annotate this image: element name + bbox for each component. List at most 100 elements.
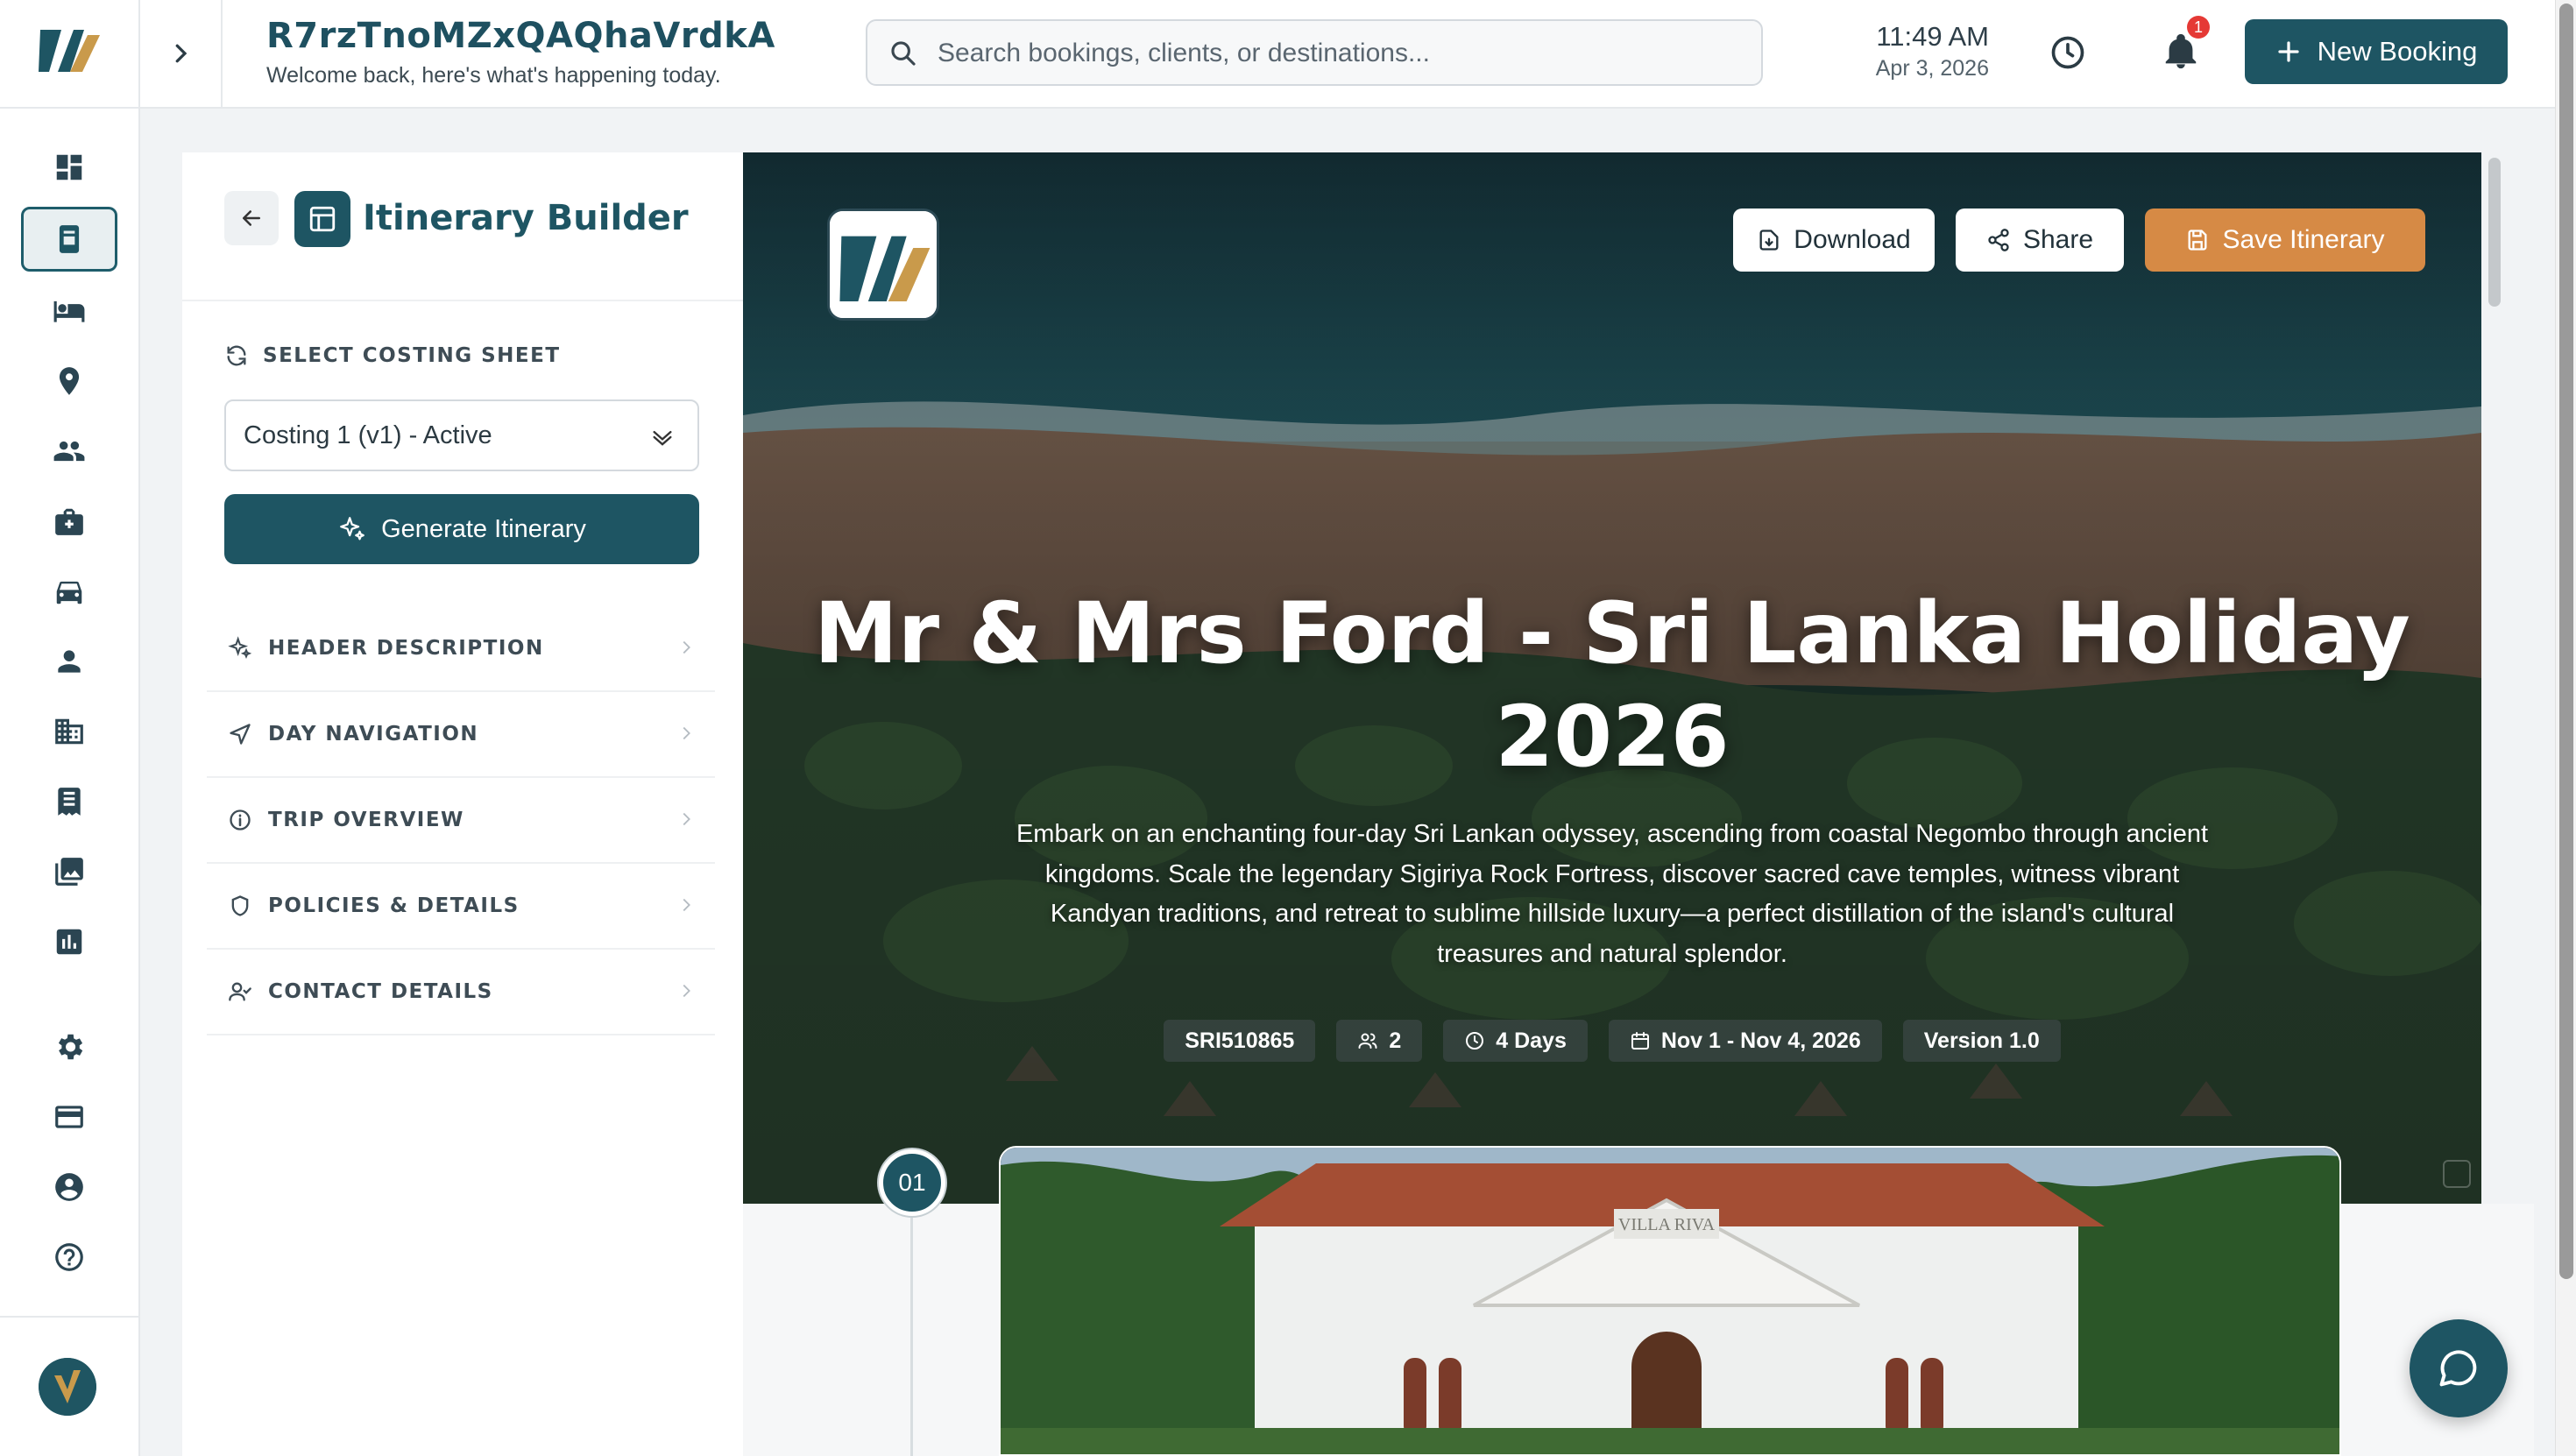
day-number-badge[interactable]: 01 xyxy=(879,1149,945,1216)
nav-dashboard[interactable] xyxy=(21,135,117,200)
version-chip: Version 1.0 xyxy=(1902,1020,2061,1062)
save-itinerary-button[interactable]: Save Itinerary xyxy=(2145,209,2425,272)
costing-sheet-select[interactable]: Costing 1 (v1) - Active xyxy=(224,399,699,471)
nav-help[interactable] xyxy=(21,1225,117,1290)
nav-day-navigation[interactable]: DAY NAVIGATION xyxy=(207,692,715,778)
left-rail xyxy=(0,0,140,1456)
chevron-right-icon xyxy=(683,640,690,654)
users-icon xyxy=(1358,1033,1377,1049)
plus-icon xyxy=(2278,41,2299,62)
generate-itinerary-label: Generate Itinerary xyxy=(381,514,586,543)
chevron-right-icon xyxy=(683,812,690,826)
image-credit-icon[interactable] xyxy=(2443,1160,2471,1188)
nav-clients[interactable] xyxy=(21,419,117,484)
invoice-icon xyxy=(58,788,81,816)
new-booking-button[interactable]: New Booking xyxy=(2245,19,2508,84)
file-download-icon xyxy=(1759,230,1779,251)
search-icon xyxy=(891,41,916,66)
nav-settings[interactable] xyxy=(21,1014,117,1079)
villa-photo: VILLA RIVA xyxy=(1001,1148,2339,1454)
save-icon xyxy=(2188,230,2207,251)
dashboard-icon xyxy=(56,154,82,180)
itinerary-hero: Download Share Save Itinerary Mr & Mrs F… xyxy=(743,152,2481,1204)
pax-chip: 2 xyxy=(1336,1020,1423,1062)
content-scrollbar-thumb[interactable] xyxy=(2488,158,2501,307)
nav-policies-details[interactable]: POLICIES & DETAILS xyxy=(207,864,715,950)
nav-label: POLICIES & DETAILS xyxy=(268,894,520,917)
top-bar: R7rzTnoMZxQAQhaVrdkA Welcome back, here'… xyxy=(140,0,2555,109)
billing-icon xyxy=(55,1106,83,1128)
share-button[interactable]: Share xyxy=(1956,209,2124,272)
nav-buildings[interactable] xyxy=(21,699,117,764)
duration: 4 Days xyxy=(1496,1028,1567,1053)
rail-divider xyxy=(0,107,138,109)
rail-divider xyxy=(0,1316,138,1318)
clock-button[interactable] xyxy=(2049,33,2087,72)
account-icon xyxy=(55,1173,83,1201)
reports-icon xyxy=(56,929,82,955)
window-scrollbar-thumb[interactable] xyxy=(2559,4,2573,1279)
nav-header-description[interactable]: HEADER DESCRIPTION xyxy=(207,606,715,692)
costing-sheet-heading: SELECT COSTING SHEET xyxy=(224,343,561,368)
location-icon xyxy=(59,367,80,395)
clock-date: Apr 3, 2026 xyxy=(1875,56,1989,81)
app-logo[interactable] xyxy=(35,23,105,79)
download-button[interactable]: Download xyxy=(1733,209,1935,272)
clients-icon xyxy=(53,441,85,462)
chevron-right-icon xyxy=(683,726,690,740)
page-title: R7rzTnoMZxQAQhaVrdkA xyxy=(266,16,775,56)
nav-label: DAY NAVIGATION xyxy=(268,723,479,746)
user-icon xyxy=(58,650,81,673)
chevron-right-icon xyxy=(683,898,690,912)
chat-button[interactable] xyxy=(2410,1319,2508,1417)
dates-chip: Nov 1 - Nov 4, 2026 xyxy=(1608,1020,1882,1062)
nav-suppliers[interactable] xyxy=(21,489,117,554)
chat-bubble-icon xyxy=(2439,1350,2477,1387)
user-avatar[interactable] xyxy=(39,1358,96,1416)
page-subtitle: Welcome back, here's what's happening to… xyxy=(266,63,721,88)
nav-trip-overview[interactable]: TRIP OVERVIEW xyxy=(207,778,715,864)
nav-account[interactable] xyxy=(21,1155,117,1219)
builder-header: Itinerary Builder xyxy=(182,152,743,301)
nav-itinerary[interactable] xyxy=(21,207,117,272)
hotel-icon xyxy=(53,300,85,322)
day-hero-image: VILLA RIVA xyxy=(999,1146,2341,1456)
gallery-icon xyxy=(55,858,83,886)
window-scrollbar[interactable] xyxy=(2555,0,2576,1456)
day-timeline xyxy=(910,1218,913,1456)
costing-sheet-value: Costing 1 (v1) - Active xyxy=(244,421,492,449)
chevron-right-icon xyxy=(683,984,690,998)
back-button[interactable] xyxy=(224,191,279,245)
nav-hotels[interactable] xyxy=(21,279,117,343)
nav-billing[interactable] xyxy=(21,1085,117,1149)
user-check-icon xyxy=(229,982,251,1001)
nav-gallery[interactable] xyxy=(21,839,117,904)
clock-icon xyxy=(2051,36,2084,69)
calendar-icon xyxy=(1631,1032,1649,1050)
builder-title: Itinerary Builder xyxy=(363,198,689,238)
nav-users[interactable] xyxy=(21,629,117,694)
costing-sheet-label: SELECT COSTING SHEET xyxy=(263,344,561,367)
new-booking-label: New Booking xyxy=(2317,36,2478,67)
itinerary-builder-panel: Itinerary Builder SELECT COSTING SHEET C… xyxy=(182,152,743,1456)
duration-chip: 4 Days xyxy=(1443,1020,1588,1062)
vehicle-icon xyxy=(56,581,82,604)
trip-meta-chips: SRI510865 2 4 Days Nov 1 - Nov 4, 2026 V… xyxy=(743,1020,2481,1062)
shield-icon xyxy=(231,895,249,916)
navigation-icon xyxy=(230,724,251,745)
nav-vehicles[interactable] xyxy=(21,559,117,624)
nav-contact-details[interactable]: CONTACT DETAILS xyxy=(207,950,715,1035)
nav-invoices[interactable] xyxy=(21,769,117,834)
nav-locations[interactable] xyxy=(21,349,117,413)
itinerary-description: Embark on an enchanting four-day Sri Lan… xyxy=(1016,820,2209,968)
search-input[interactable] xyxy=(938,33,1726,74)
generate-itinerary-button[interactable]: Generate Itinerary xyxy=(224,494,699,564)
expand-sidebar-button[interactable] xyxy=(140,0,223,107)
save-itinerary-label: Save Itinerary xyxy=(2222,225,2385,254)
chevron-down-icon xyxy=(653,431,672,446)
suppliers-icon xyxy=(55,508,83,535)
nav-reports[interactable] xyxy=(21,909,117,974)
sparkles-icon xyxy=(340,517,365,541)
download-label: Download xyxy=(1794,225,1911,254)
itinerary-title: Mr & Mrs Ford - Sri Lanka Holiday 2026 xyxy=(814,584,2410,786)
